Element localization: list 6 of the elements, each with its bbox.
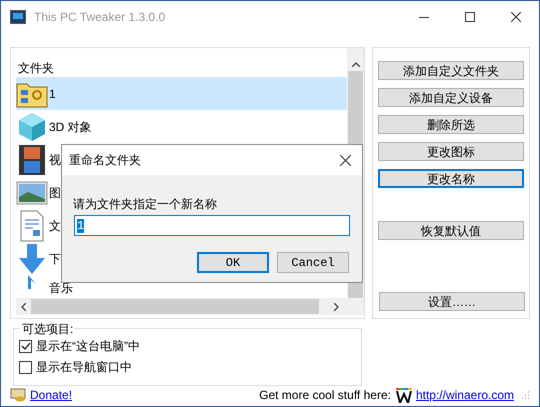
group-title: 可选项目: xyxy=(20,320,76,338)
dialog-prompt: 请为文件夹指定一个新名称 xyxy=(73,196,218,213)
list-header: 文件夹 xyxy=(17,60,55,75)
dialog-title: 重命名文件夹 xyxy=(69,152,141,169)
promo-text: Get more cool stuff here: xyxy=(259,387,391,404)
window-title: This PC Tweaker 1.3.0.0 xyxy=(34,9,166,26)
